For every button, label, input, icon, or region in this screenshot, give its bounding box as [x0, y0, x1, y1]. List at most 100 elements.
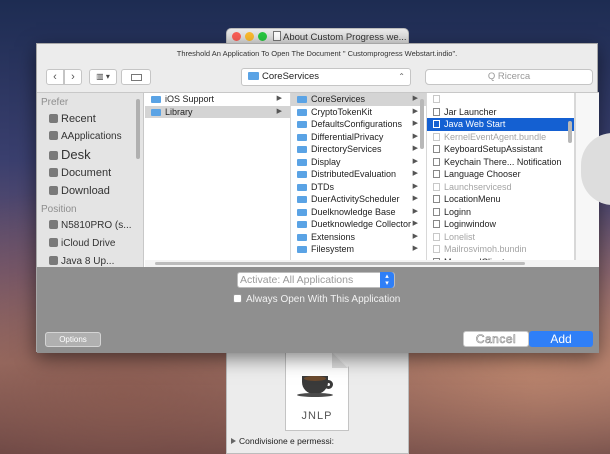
list-item[interactable]: Jar Launcher: [427, 106, 574, 119]
sidebar-item-desktop[interactable]: Desk: [37, 146, 143, 164]
scroll-thumb[interactable]: [155, 262, 525, 265]
sidebar-item-applications[interactable]: AApplications: [37, 128, 143, 146]
list-item-label: Filesystem: [311, 244, 355, 254]
list-item[interactable]: KeyboardSetupAssistant: [427, 143, 574, 156]
list-item-label: Display: [311, 156, 341, 167]
folder-icon: [297, 133, 307, 141]
sidebar-item-computer[interactable]: N5810PRO (s...: [37, 217, 143, 235]
sidebar-item-label: Java 8 Up...: [61, 256, 115, 267]
list-item[interactable]: Java Web Start: [427, 118, 574, 131]
list-item[interactable]: Lonelist: [427, 231, 574, 244]
folder-icon: [131, 74, 142, 81]
list-item-label: DefaultsConfigurations: [311, 119, 403, 129]
list-item[interactable]: DTDs ▶: [291, 181, 426, 194]
list-item[interactable]: iOS Support ▶: [145, 93, 290, 106]
application-icon: [433, 120, 440, 128]
sidebar-item-recent[interactable]: Recent: [37, 110, 143, 128]
folder-icon: [297, 158, 307, 166]
list-item[interactable]: Library ▶: [145, 105, 290, 118]
chevron-right-icon: ▶: [412, 170, 418, 177]
list-item-label: Java Web Start: [444, 119, 506, 129]
list-item[interactable]: Launchservicesd: [427, 181, 574, 194]
list-item[interactable]: CryptoTokenKit ▶: [291, 106, 426, 119]
list-item-label: KernelEventAgent.bundle: [444, 131, 547, 142]
list-item[interactable]: Loginn: [427, 206, 574, 219]
chevron-right-icon: ▶: [412, 120, 418, 127]
chevron-right-icon: ▶: [412, 220, 418, 227]
horizontal-scrollbar[interactable]: [145, 260, 599, 267]
list-item-label: DuerActivityScheduler: [311, 194, 400, 204]
list-item[interactable]: DifferentialPrivacy ▶: [291, 131, 426, 144]
sidebar-item-label: AApplications: [61, 131, 122, 142]
list-item[interactable]: LocationMenu: [427, 193, 574, 206]
enable-popup[interactable]: Activate: All Applications ▴ ▾: [237, 272, 395, 288]
list-item[interactable]: Mailrosvimoh.bundin: [427, 243, 574, 256]
sidebar-item-downloads[interactable]: Download: [37, 182, 143, 200]
new-folder-button[interactable]: [121, 69, 151, 85]
list-item[interactable]: Language Chooser: [427, 168, 574, 181]
sidebar-heading-locations: Position: [41, 204, 77, 215]
list-item[interactable]: Loginwindow: [427, 218, 574, 231]
column-2-scrollbar[interactable]: [420, 99, 424, 149]
column-3: Jar Launcher Java Web Start KernelEventAge…: [427, 93, 575, 261]
java-cup-icon: [297, 372, 334, 397]
folder-icon: [248, 72, 259, 80]
file-type-label: JNLP: [301, 410, 333, 422]
chevron-right-icon: ▶: [412, 95, 418, 102]
list-item-label: Language Chooser: [444, 169, 521, 179]
add-button[interactable]: Add: [529, 331, 593, 347]
sidebar-item-label: iCloud Drive: [61, 238, 116, 249]
back-button[interactable]: ‹: [46, 69, 64, 85]
cancel-button[interactable]: Cancel: [463, 331, 529, 347]
computer-icon: [49, 220, 58, 229]
forward-button[interactable]: ›: [64, 69, 82, 85]
column-3-scrollbar[interactable]: [568, 121, 572, 143]
location-popup[interactable]: CoreServices ⌃: [241, 68, 411, 86]
application-icon: [433, 145, 440, 153]
disclosure-triangle-icon[interactable]: [231, 438, 236, 444]
list-item[interactable]: Duelknowledge Base ▶: [291, 206, 426, 219]
list-item[interactable]: Display ▶: [291, 156, 426, 169]
application-icon: [433, 107, 440, 116]
list-item[interactable]: Keychain There... Notification: [427, 156, 574, 169]
list-item[interactable]: Extensions ▶: [291, 231, 426, 244]
close-window-button[interactable]: [232, 32, 241, 41]
zoom-window-button[interactable]: [258, 32, 267, 41]
folder-icon: [151, 96, 161, 103]
always-open-option[interactable]: Always Open With This Application: [233, 294, 400, 305]
sidebar-item-documents[interactable]: Document: [37, 164, 143, 182]
chevron-right-icon: ▶: [412, 195, 418, 202]
list-item[interactable]: KernelEventAgent.bundle: [427, 131, 574, 144]
list-item-label: Lonelist: [444, 231, 476, 242]
list-item[interactable]: Duetknowledge Collector ▶: [291, 218, 426, 231]
list-item[interactable]: DistributedEvaluation ▶: [291, 168, 426, 181]
list-item[interactable]: CoreServices ▶: [291, 93, 426, 106]
list-item[interactable]: DuerActivityScheduler ▶: [291, 193, 426, 206]
list-item[interactable]: Filesystem ▶: [291, 243, 426, 256]
folder-icon: [297, 183, 307, 191]
download-icon: [49, 186, 58, 195]
options-button[interactable]: Options: [45, 332, 101, 347]
minimize-window-button[interactable]: [245, 32, 254, 41]
chevron-right-icon: ▶: [276, 107, 282, 115]
list-item[interactable]: DirectoryServices ▶: [291, 143, 426, 156]
chevron-right-icon: ▶: [412, 245, 418, 252]
folder-icon: [297, 208, 307, 216]
applications-icon: [49, 131, 58, 140]
list-item-label: Loginn: [444, 206, 472, 217]
list-item-label: Extensions: [311, 231, 356, 242]
always-open-checkbox[interactable]: [233, 294, 242, 303]
sidebar-item-java-disk[interactable]: Java 8 Up...: [37, 253, 143, 268]
list-item-label: DTDs: [311, 181, 334, 192]
list-item[interactable]: [427, 93, 574, 106]
view-mode-button[interactable]: ▥ ▾: [89, 69, 117, 85]
sharing-permissions-section[interactable]: Condivisione e permessi:: [231, 436, 334, 446]
sidebar-item-icloud-drive[interactable]: iCloud Drive: [37, 235, 143, 253]
clock-icon: [49, 114, 58, 123]
choose-application-dialog: Threshold An Application To Open The Doc…: [36, 43, 610, 353]
search-input[interactable]: Q Ricerca: [425, 69, 593, 85]
sidebar-scrollbar[interactable]: [136, 99, 140, 159]
application-icon: [433, 95, 440, 103]
list-item[interactable]: DefaultsConfigurations ▶: [291, 118, 426, 131]
sidebar-item-label: Download: [61, 185, 110, 197]
